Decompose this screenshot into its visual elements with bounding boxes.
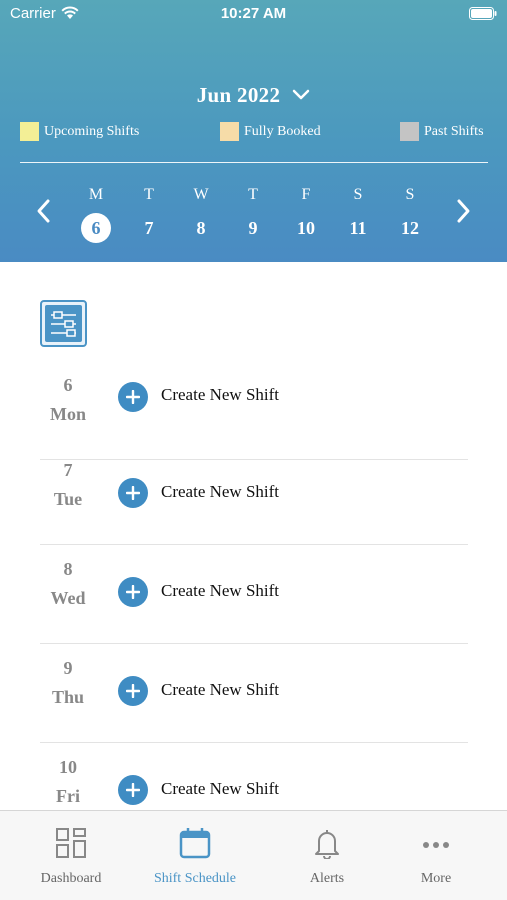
shift-date: 7 Tue: [40, 456, 96, 514]
tab-bar: Dashboard Shift Schedule Alerts More: [0, 810, 507, 900]
legend-label-past: Past Shifts: [424, 123, 484, 139]
week-strip: M 6 T 7 W 8 T 9 F 10 S 11 S 12: [0, 183, 507, 243]
shift-weekday: Fri: [56, 786, 80, 806]
plus-icon[interactable]: [118, 577, 148, 607]
shift-day-number: 8: [63, 559, 73, 579]
weekday-letter: S: [405, 186, 415, 203]
legend-label-upcoming: Upcoming Shifts: [44, 123, 140, 139]
day-number[interactable]: 11: [343, 213, 373, 243]
shift-row-3: 9 Thu Create New Shift: [40, 644, 468, 743]
shift-date: 8 Wed: [40, 555, 96, 613]
header-divider: [20, 162, 488, 163]
schedule-header: Carrier 10:27 AM Jun 2022 Upcoming Shift…: [0, 0, 507, 262]
weekday-letter: T: [248, 186, 258, 203]
legend-past: Past Shifts: [400, 122, 484, 141]
shift-weekday: Wed: [50, 588, 86, 608]
day-number[interactable]: 8: [186, 213, 216, 243]
shift-row-1: 7 Tue Create New Shift: [40, 446, 468, 545]
create-shift-button[interactable]: Create New Shift: [161, 482, 279, 502]
weekday-letter: S: [353, 186, 363, 203]
shift-weekday: Mon: [50, 404, 86, 424]
legend-swatch-past: [400, 122, 419, 141]
week-day-5[interactable]: S 11: [338, 183, 378, 243]
legend-swatch-booked: [220, 122, 239, 141]
shift-day-number: 7: [63, 460, 73, 480]
calendar-icon: [179, 828, 211, 859]
chevron-left-icon[interactable]: [33, 197, 55, 225]
week-day-6[interactable]: S 12: [390, 183, 430, 243]
week-day-0[interactable]: M 6: [76, 183, 116, 243]
tab-label-alerts: Alerts: [309, 871, 345, 886]
weekday-letter: F: [301, 186, 311, 203]
week-day-2[interactable]: W 8: [181, 183, 221, 243]
legend-upcoming: Upcoming Shifts: [20, 122, 139, 141]
legend-booked: Fully Booked: [220, 122, 321, 141]
week-day-1[interactable]: T 7: [129, 183, 169, 243]
plus-icon[interactable]: [118, 676, 148, 706]
shift-weekday: Thu: [51, 687, 85, 707]
tab-label-dashboard: Dashboard: [40, 871, 102, 886]
create-shift-button[interactable]: Create New Shift: [161, 779, 279, 799]
shift-day-number: 9: [63, 658, 73, 678]
shift-date: 9 Thu: [40, 654, 96, 712]
shift-weekday: Tue: [53, 489, 83, 509]
month-label[interactable]: Jun 2022: [197, 83, 281, 108]
plus-icon[interactable]: [118, 382, 148, 412]
create-shift-button[interactable]: Create New Shift: [161, 385, 279, 405]
shift-date: 6 Mon: [40, 371, 96, 429]
shift-row-2: 8 Wed Create New Shift: [40, 545, 468, 644]
day-number-selected[interactable]: 6: [81, 213, 111, 243]
sliders-icon: [45, 305, 82, 342]
weekday-letter: W: [193, 186, 209, 203]
shift-day-number: 10: [59, 757, 77, 777]
weekday-letter: M: [88, 186, 104, 203]
chevron-right-icon[interactable]: [452, 197, 474, 225]
battery-icon: [469, 7, 497, 20]
day-number[interactable]: 7: [134, 213, 164, 243]
legend-label-booked: Fully Booked: [244, 123, 321, 139]
chevron-down-icon[interactable]: [292, 89, 310, 101]
day-number[interactable]: 10: [291, 213, 321, 243]
shift-day-number: 6: [63, 375, 73, 395]
tab-more[interactable]: More: [373, 811, 499, 900]
day-number[interactable]: 12: [395, 213, 425, 243]
weekday-letter: T: [144, 186, 154, 203]
tab-label-more: More: [420, 871, 452, 886]
tab-shift-schedule[interactable]: Shift Schedule: [132, 811, 258, 900]
create-shift-button[interactable]: Create New Shift: [161, 581, 279, 601]
tab-alerts[interactable]: Alerts: [264, 811, 390, 900]
tab-dashboard[interactable]: Dashboard: [8, 811, 134, 900]
month-selector[interactable]: Jun 2022: [0, 80, 507, 110]
filter-button[interactable]: [40, 300, 87, 347]
tab-label-shift-schedule: Shift Schedule: [153, 871, 237, 886]
legend: Upcoming Shifts Fully Booked Past Shifts: [20, 122, 488, 144]
create-shift-button[interactable]: Create New Shift: [161, 680, 279, 700]
shift-date: 10 Fri: [40, 753, 96, 811]
more-icon: [423, 842, 449, 848]
plus-icon[interactable]: [118, 478, 148, 508]
status-bar: Carrier 10:27 AM: [0, 0, 507, 30]
day-number[interactable]: 9: [238, 213, 268, 243]
week-day-4[interactable]: F 10: [286, 183, 326, 243]
legend-swatch-upcoming: [20, 122, 39, 141]
bell-icon: [315, 830, 339, 859]
week-day-3[interactable]: T 9: [233, 183, 273, 243]
dashboard-icon: [56, 828, 86, 858]
status-time: 10:27 AM: [220, 5, 287, 22]
plus-icon[interactable]: [118, 775, 148, 805]
